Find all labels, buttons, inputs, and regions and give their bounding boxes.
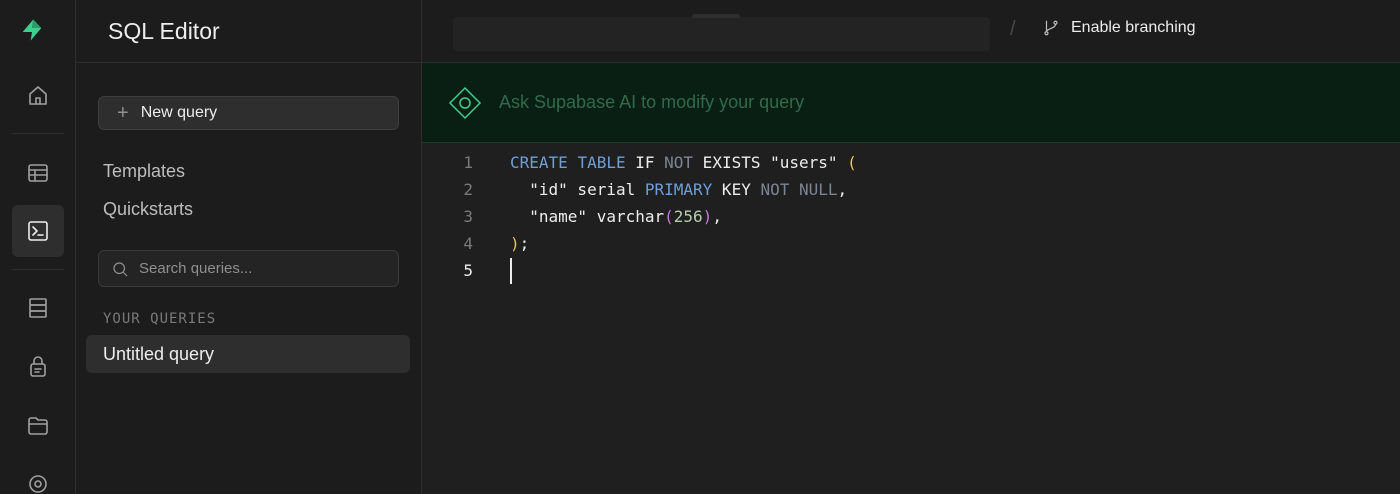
text-cursor <box>510 257 512 284</box>
home-icon[interactable] <box>12 70 64 122</box>
query-list-item[interactable]: Untitled query <box>86 335 410 373</box>
sql-sidebar: SQL Editor + New query Templates Quickst… <box>76 0 422 494</box>
supabase-logo-icon[interactable] <box>20 18 56 54</box>
top-bar: / Enable branching <box>422 0 1400 63</box>
table-editor-icon[interactable] <box>12 147 64 199</box>
line-number: 4 <box>463 234 473 253</box>
code-line: 2 "id" serial PRIMARY KEY NOT NULL, <box>422 176 1400 203</box>
code-text: ); <box>510 234 530 253</box>
storage-icon[interactable] <box>12 400 64 452</box>
quickstarts-link[interactable]: Quickstarts <box>103 199 193 220</box>
new-query-button[interactable]: + New query <box>98 96 399 130</box>
code-line: 3 "name" varchar(256), <box>422 203 1400 230</box>
sql-editor-icon[interactable] <box>12 205 64 257</box>
sidebar-title: SQL Editor <box>108 17 220 44</box>
ai-assistant-bar <box>422 63 1400 143</box>
project-selector[interactable] <box>453 17 990 51</box>
rail-divider <box>12 133 64 134</box>
icon-rail <box>0 0 76 494</box>
realtime-icon[interactable] <box>12 458 64 494</box>
ai-prompt-input[interactable] <box>499 92 1199 113</box>
search-queries-input[interactable] <box>139 260 379 277</box>
code-text: CREATE TABLE IF NOT EXISTS "users" ( <box>510 153 857 172</box>
code-line-current: 5 <box>422 257 1400 284</box>
line-number: 2 <box>463 180 473 199</box>
search-icon <box>113 261 128 276</box>
sidebar-header: SQL Editor <box>76 0 421 63</box>
ai-diamond-icon <box>448 86 482 119</box>
sql-code-editor[interactable]: 1 CREATE TABLE IF NOT EXISTS "users" ( 2… <box>422 143 1400 494</box>
code-text: "name" varchar(256), <box>510 207 722 226</box>
enable-branching-label: Enable branching <box>1071 19 1196 36</box>
auth-icon[interactable] <box>12 341 64 393</box>
git-branch-icon <box>1044 20 1058 36</box>
database-icon[interactable] <box>12 282 64 334</box>
rail-divider <box>12 269 64 270</box>
line-number: 5 <box>463 261 473 280</box>
new-query-label: New query <box>140 104 218 121</box>
line-number: 3 <box>463 207 473 226</box>
code-line: 1 CREATE TABLE IF NOT EXISTS "users" ( <box>422 149 1400 176</box>
plus-icon: + <box>117 102 129 124</box>
search-queries-box[interactable] <box>98 250 399 287</box>
enable-branching-button[interactable]: Enable branching <box>1042 19 1196 37</box>
templates-link[interactable]: Templates <box>103 161 185 182</box>
code-text: "id" serial PRIMARY KEY NOT NULL, <box>510 180 848 199</box>
code-line: 4 ); <box>422 230 1400 257</box>
your-queries-heading: YOUR QUERIES <box>103 311 217 327</box>
project-selector-handle <box>692 14 740 18</box>
breadcrumb-separator: / <box>1010 18 1016 40</box>
line-number: 1 <box>463 153 473 172</box>
